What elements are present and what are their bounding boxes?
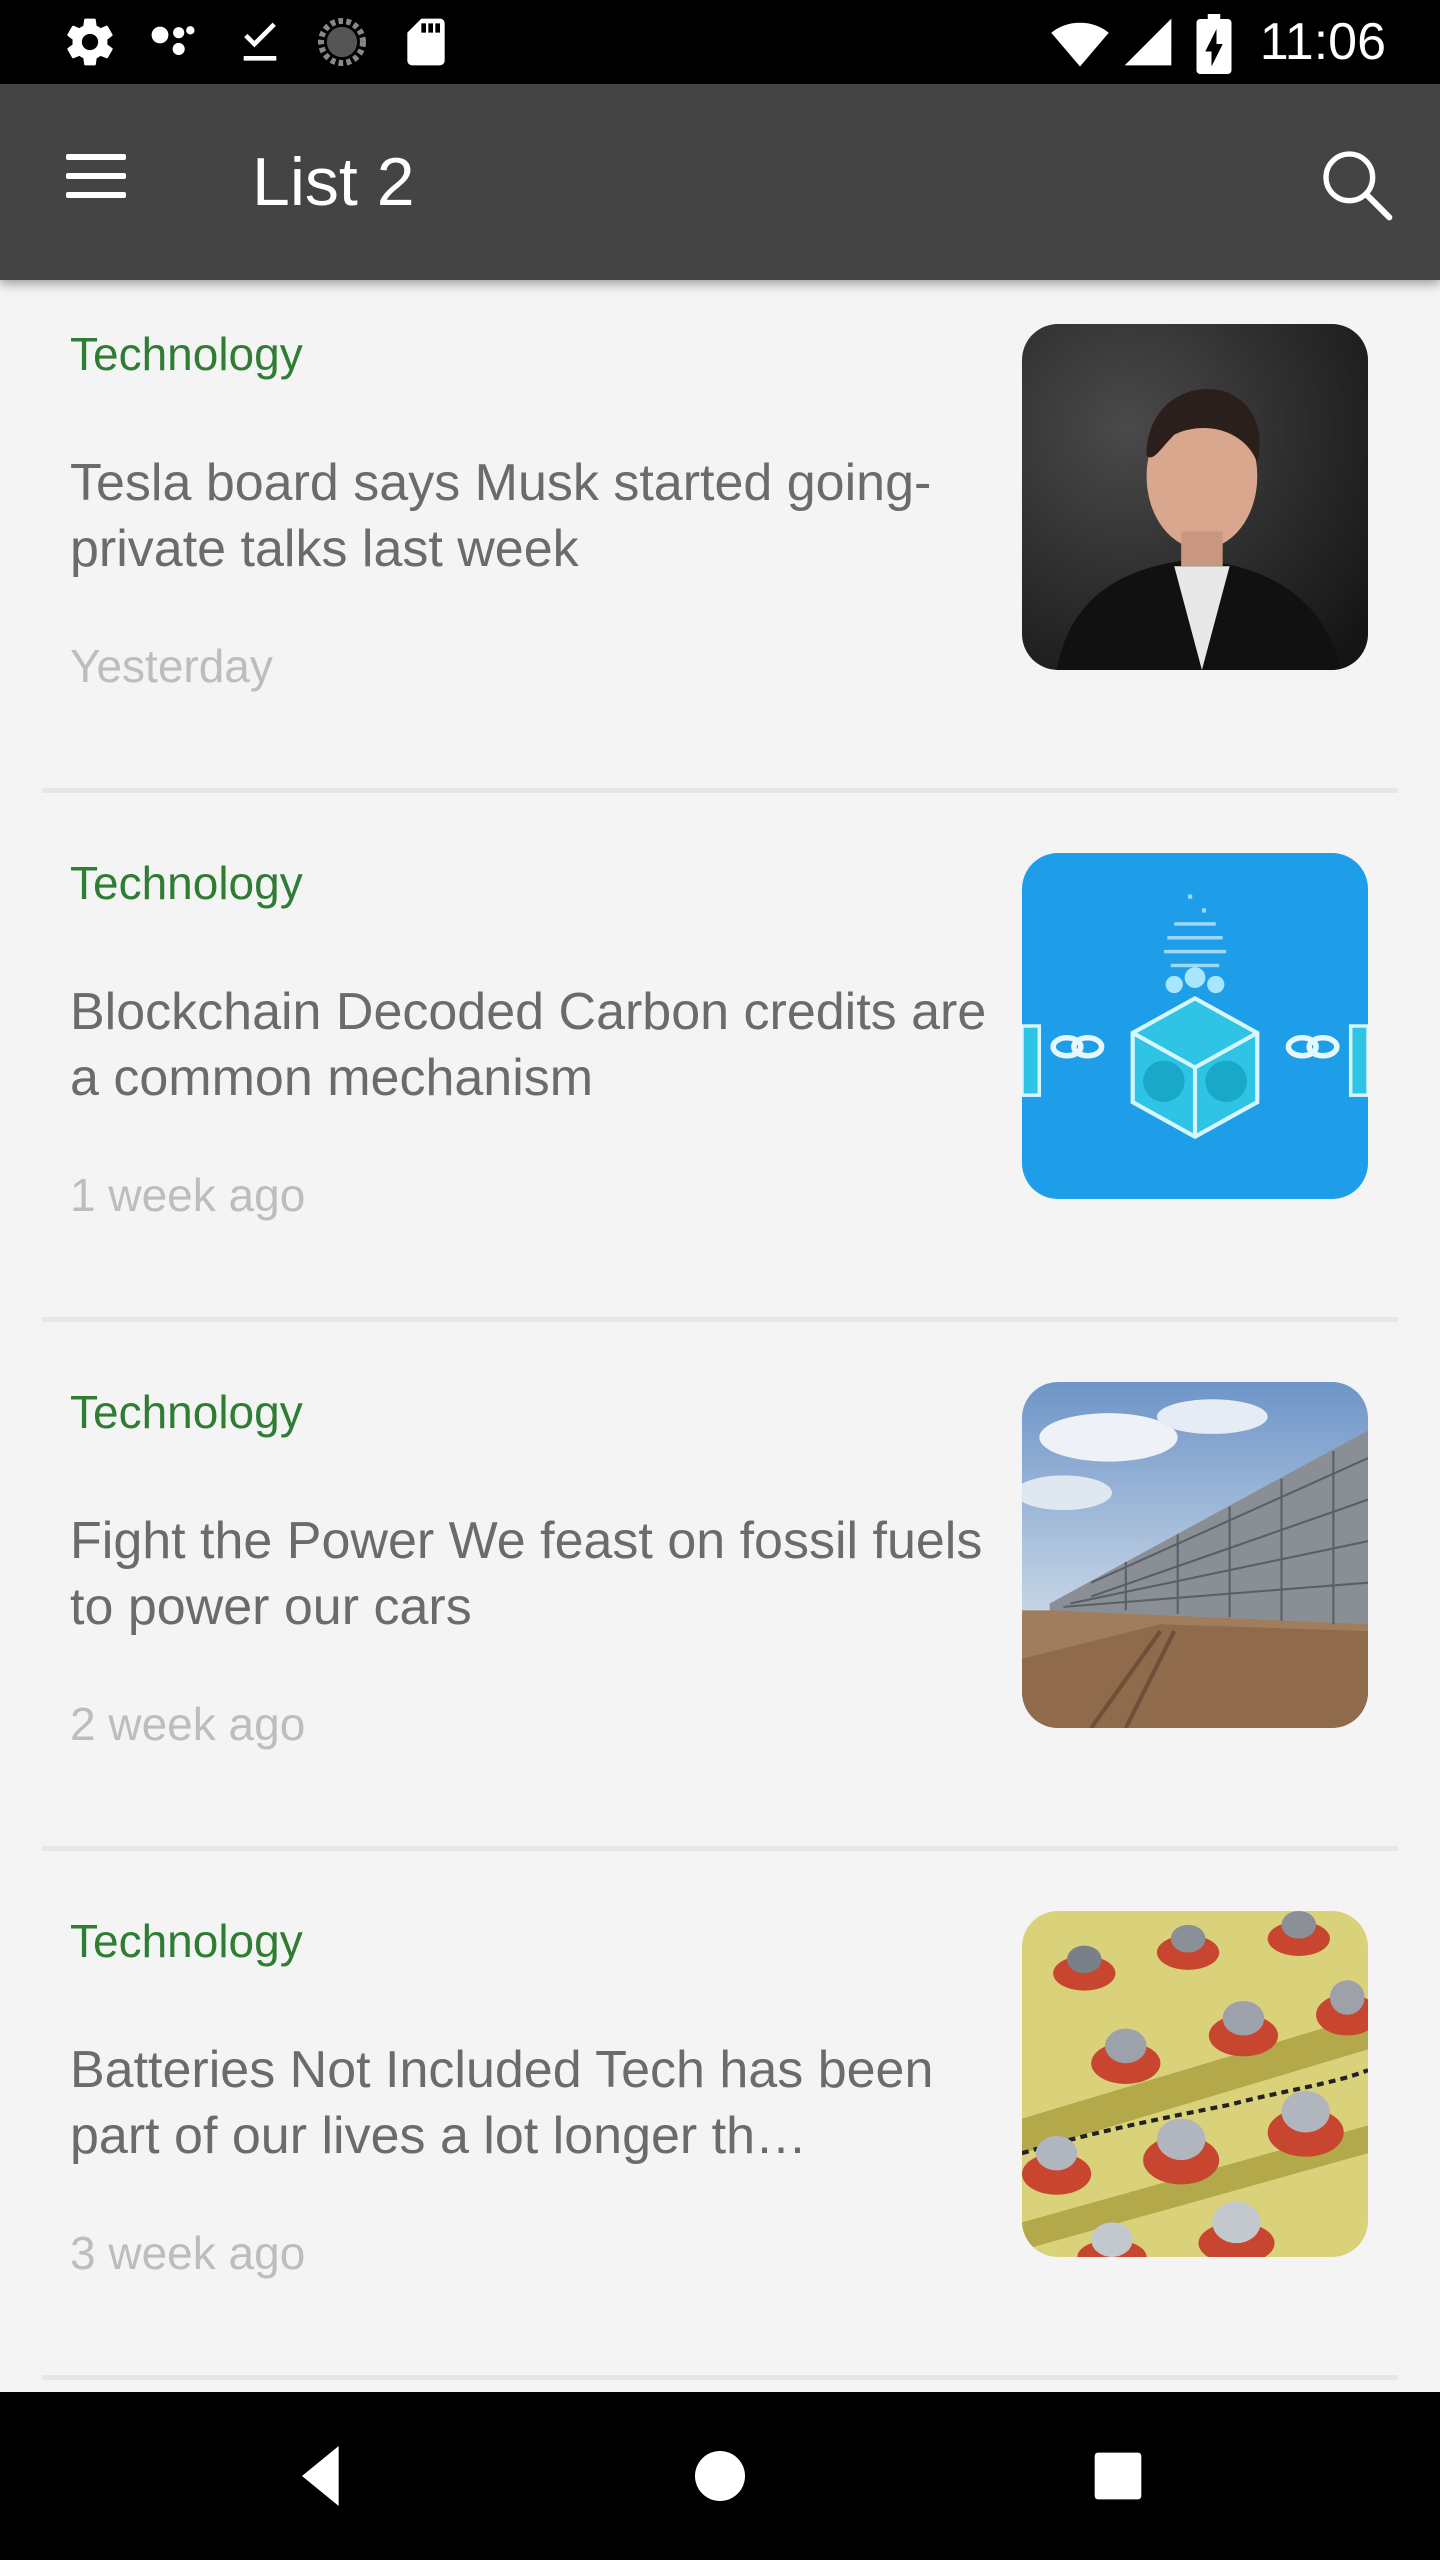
article-headline: Blockchain Decoded Carbon credits are a … <box>70 983 987 1107</box>
article-timestamp: 1 week ago <box>70 1169 306 1221</box>
divider <box>42 2375 1398 2380</box>
list-item[interactable]: Technology Tesla board says Musk started… <box>0 280 1440 809</box>
article-timestamp: Yesterday <box>70 640 273 692</box>
article-thumbnail <box>1022 1911 1368 2257</box>
hamburger-menu-icon[interactable] <box>60 148 132 204</box>
settings-icon <box>67 18 113 66</box>
divider <box>42 788 1398 793</box>
category-label: Technology <box>70 1386 303 1438</box>
article-thumbnail <box>1022 324 1368 670</box>
article-list: Technology Tesla board says Musk started… <box>0 280 1440 2392</box>
download-done-icon <box>243 22 277 61</box>
list-item[interactable]: Technology Batteries Not Included Tech h… <box>0 1867 1440 2392</box>
list-item[interactable]: Technology Fight the Power We feast on f… <box>0 1338 1440 1867</box>
divider <box>42 1317 1398 1322</box>
page-title: List 2 <box>252 144 415 220</box>
article-timestamp: 2 week ago <box>70 1698 306 1750</box>
article-timestamp: 3 week ago <box>70 2227 306 2279</box>
recents-icon[interactable] <box>1078 2436 1158 2516</box>
wifi-icon <box>1051 22 1109 67</box>
category-label: Technology <box>70 1915 303 1967</box>
category-label: Technology <box>70 857 303 909</box>
cell-signal-icon <box>1124 18 1172 66</box>
list-item[interactable]: Technology Blockchain Decoded Carbon cre… <box>0 809 1440 1338</box>
article-thumbnail <box>1022 1382 1368 1728</box>
article-headline: Batteries Not Included Tech has been par… <box>70 2041 934 2165</box>
sd-card-icon <box>407 18 445 66</box>
article-headline: Fight the Power We feast on fossil fuels… <box>70 1512 983 1636</box>
home-icon[interactable] <box>680 2436 760 2516</box>
search-icon[interactable] <box>1316 144 1396 224</box>
article-thumbnail <box>1022 853 1368 1199</box>
status-bar: 11:06 <box>0 0 1440 84</box>
article-headline: Tesla board says Musk started going-priv… <box>70 454 932 578</box>
back-icon[interactable] <box>282 2436 362 2516</box>
assistant-dots-icon <box>151 26 195 56</box>
app-bar: List 2 <box>0 84 1440 280</box>
category-label: Technology <box>70 328 303 380</box>
battery-charging-icon <box>1196 14 1232 74</box>
system-nav-bar <box>0 2392 1440 2560</box>
divider <box>42 1846 1398 1851</box>
sync-progress-icon <box>317 17 367 67</box>
clock: 11:06 <box>1259 13 1386 71</box>
